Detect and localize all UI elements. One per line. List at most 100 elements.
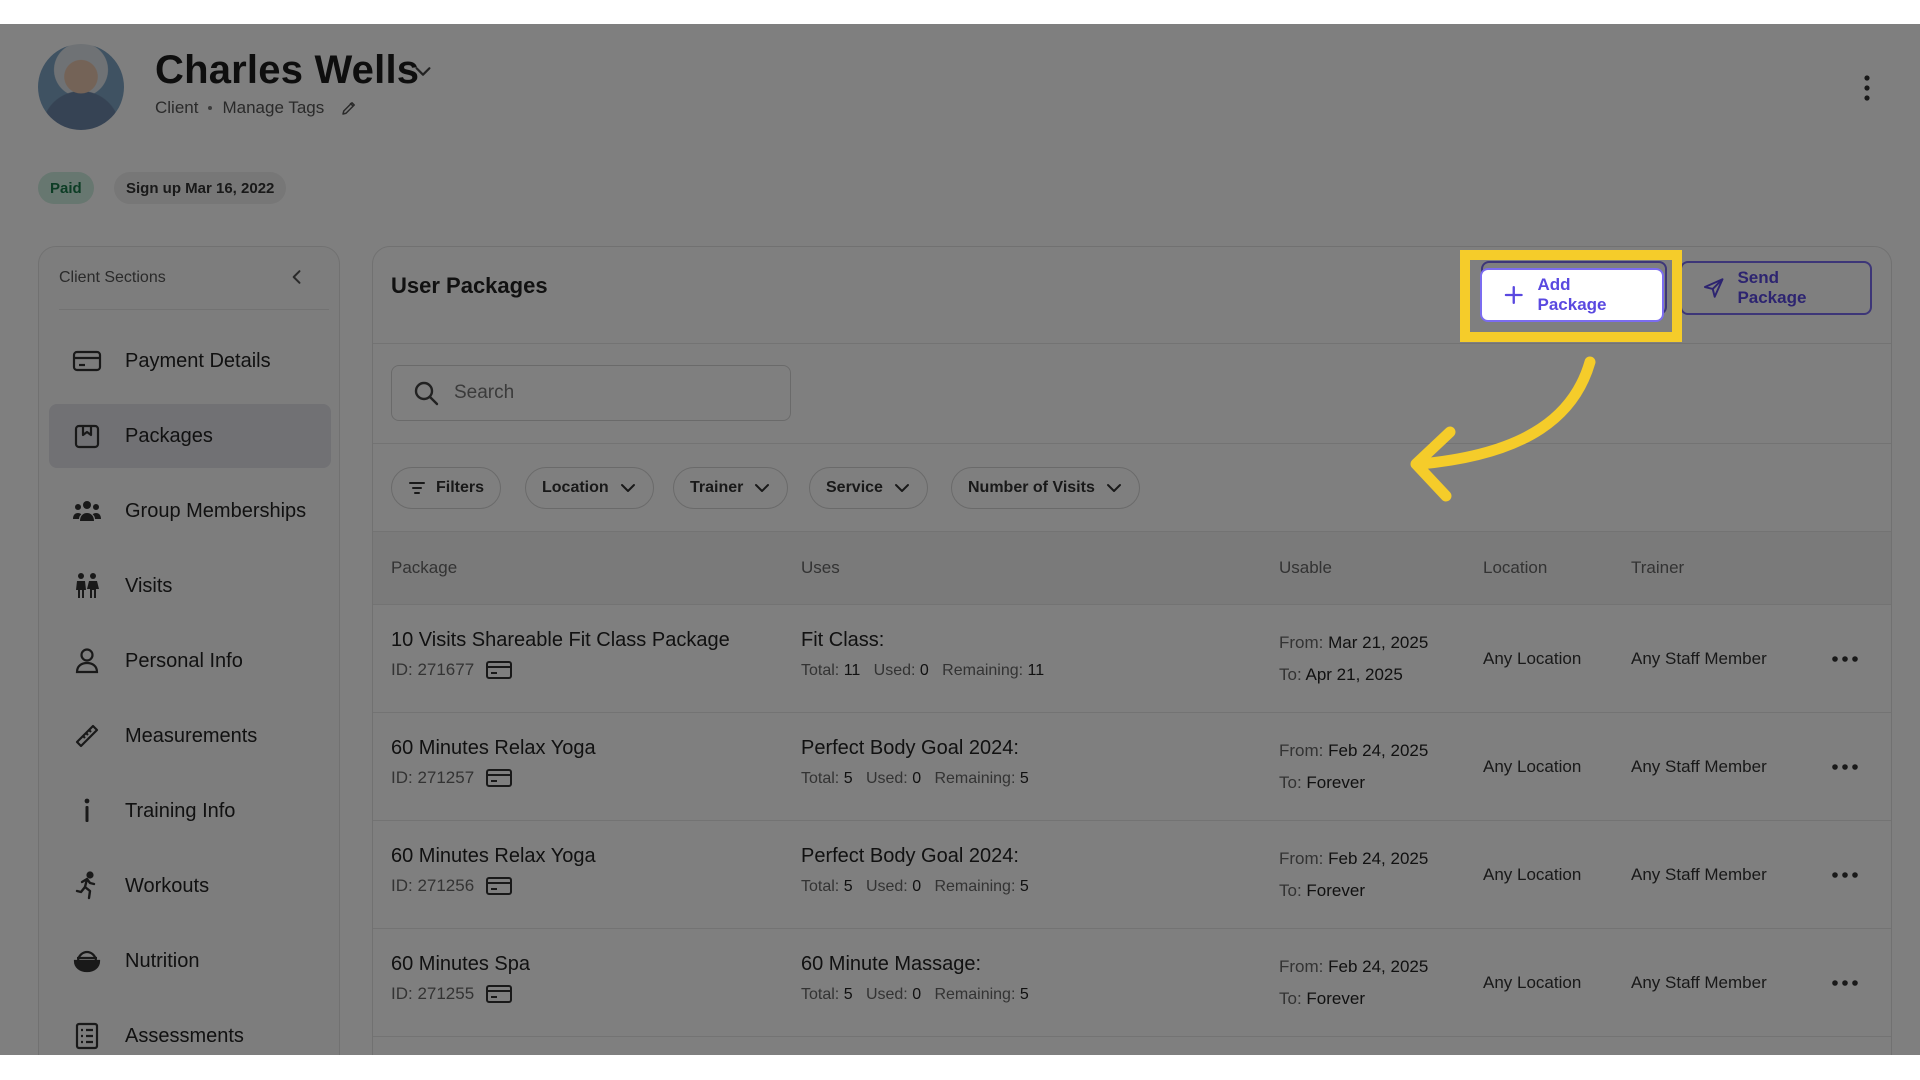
package-id-line: ID: 271256 bbox=[391, 876, 596, 896]
ruler-icon bbox=[75, 724, 99, 748]
from-label: From: bbox=[1279, 741, 1324, 760]
sidebar-item-packages[interactable]: Packages bbox=[49, 404, 331, 468]
manage-tags-link[interactable]: Manage Tags bbox=[222, 98, 324, 118]
sidebar-item-group-memberships[interactable]: Group Memberships bbox=[49, 479, 331, 543]
chip-label: Service bbox=[826, 479, 883, 496]
sidebar-item-measurements[interactable]: Measurements bbox=[49, 704, 331, 768]
package-id: ID: 271257 bbox=[391, 768, 475, 787]
to-value: Apr 21, 2025 bbox=[1305, 665, 1403, 684]
service-name: Perfect Body Goal 2024: bbox=[801, 737, 1019, 759]
chevron-down-icon bbox=[894, 484, 909, 492]
pencil-icon[interactable] bbox=[340, 99, 358, 117]
to-value: Forever bbox=[1306, 881, 1365, 900]
column-header-trainer[interactable]: Trainer bbox=[1631, 558, 1684, 578]
location-value: Any Location bbox=[1483, 865, 1582, 884]
more-horizontal-icon[interactable] bbox=[1831, 973, 1859, 993]
usable-to: To: Forever bbox=[1279, 983, 1428, 1015]
table-row[interactable]: 60 Minutes Relax Yoga ID: 271256 Perfect… bbox=[373, 821, 1891, 929]
clipboard-icon bbox=[75, 1022, 99, 1050]
info-icon bbox=[84, 798, 90, 822]
service-name: Perfect Body Goal 2024: bbox=[801, 845, 1019, 867]
chevron-down-icon bbox=[755, 484, 770, 492]
usable-from: From: Feb 24, 2025 bbox=[1279, 951, 1428, 983]
avatar[interactable] bbox=[38, 44, 124, 130]
sidebar-item-label: Nutrition bbox=[125, 949, 200, 972]
sidebar-item-label: Assessments bbox=[125, 1024, 244, 1047]
sidebar-item-nutrition[interactable]: Nutrition bbox=[49, 929, 331, 993]
more-vertical-icon[interactable] bbox=[1858, 72, 1876, 104]
chip-label: Trainer bbox=[690, 479, 744, 496]
column-header-uses[interactable]: Uses bbox=[801, 558, 840, 578]
package-id: ID: 271255 bbox=[391, 984, 475, 1003]
usable-cell: From: Feb 24, 2025 To: Forever bbox=[1279, 735, 1428, 799]
to-value: Forever bbox=[1306, 989, 1365, 1008]
chevron-left-icon[interactable] bbox=[287, 267, 307, 287]
total-value: 5 bbox=[843, 770, 853, 787]
package-name[interactable]: 10 Visits Shareable Fit Class Package bbox=[391, 629, 730, 652]
used-value: 0 bbox=[912, 878, 922, 895]
sidebar-item-label: Workouts bbox=[125, 874, 210, 897]
chevron-down-icon[interactable] bbox=[412, 60, 434, 82]
column-header-location[interactable]: Location bbox=[1483, 558, 1547, 578]
sidebar-item-workouts[interactable]: Workouts bbox=[49, 854, 331, 918]
trainer-value: Any Staff Member bbox=[1631, 973, 1767, 992]
to-label: To: bbox=[1279, 989, 1302, 1008]
more-horizontal-icon[interactable] bbox=[1831, 757, 1859, 777]
sidebar-item-label: Measurements bbox=[125, 724, 258, 747]
uses-cell: Fit Class: Total: 11 Used: 0 Remaining: … bbox=[801, 629, 1044, 680]
uses-counts: Total: 11 Used: 0 Remaining: 11 bbox=[801, 662, 1044, 680]
sidebar-item-personal-info[interactable]: Personal Info bbox=[49, 629, 331, 693]
sidebar-item-visits[interactable]: Visits bbox=[49, 554, 331, 618]
sidebar-item-payment-details[interactable]: Payment Details bbox=[49, 329, 331, 393]
service-filter-chip[interactable]: Service bbox=[809, 467, 928, 509]
usable-cell: From: Feb 24, 2025 To: Forever bbox=[1279, 843, 1428, 907]
location-filter-chip[interactable]: Location bbox=[525, 467, 654, 509]
highlight-frame bbox=[1460, 250, 1682, 342]
sidebar-item-label: Payment Details bbox=[125, 349, 271, 372]
trainer-filter-chip[interactable]: Trainer bbox=[673, 467, 789, 509]
column-header-package[interactable]: Package bbox=[391, 558, 457, 578]
search-input[interactable] bbox=[454, 382, 774, 404]
remaining-label: Remaining: bbox=[934, 878, 1016, 895]
used-value: 0 bbox=[919, 662, 929, 679]
usable-to: To: Forever bbox=[1279, 875, 1428, 907]
uses-counts: Total: 5 Used: 0 Remaining: 5 bbox=[801, 770, 1029, 788]
location-value: Any Location bbox=[1483, 757, 1582, 776]
signup-date-badge: Sign up Mar 16, 2022 bbox=[114, 172, 287, 204]
sidebar-item-training-info[interactable]: Training Info bbox=[49, 779, 331, 843]
remaining-label: Remaining: bbox=[934, 986, 1016, 1003]
total-label: Total: bbox=[801, 986, 840, 1003]
filters-chip[interactable]: Filters bbox=[391, 467, 502, 509]
service-name: Fit Class: bbox=[801, 629, 885, 651]
package-cell: 60 Minutes Spa ID: 271255 bbox=[391, 953, 530, 1004]
package-name[interactable]: 60 Minutes Spa bbox=[391, 953, 530, 976]
table-row[interactable]: 60 Minutes Spa ID: 271255 60 Minute Mass… bbox=[373, 929, 1891, 1037]
package-name[interactable]: 60 Minutes Relax Yoga bbox=[391, 845, 596, 868]
more-horizontal-icon[interactable] bbox=[1831, 865, 1859, 885]
client-subline: Client Manage Tags bbox=[155, 98, 358, 118]
usable-from: From: Feb 24, 2025 bbox=[1279, 735, 1428, 767]
client-sections-sidebar: Client Sections Payment Details Packages… bbox=[38, 246, 340, 1055]
used-label: Used: bbox=[865, 770, 908, 787]
number-of-visits-filter-chip[interactable]: Number of Visits bbox=[951, 467, 1140, 509]
sidebar-item-assessments[interactable]: Assessments bbox=[49, 1004, 331, 1055]
package-cell: 10 Visits Shareable Fit Class Package ID… bbox=[391, 629, 730, 680]
search-box[interactable] bbox=[391, 365, 791, 421]
sidebar-title: Client Sections bbox=[59, 269, 166, 286]
column-header-usable[interactable]: Usable bbox=[1279, 558, 1332, 578]
from-value: Feb 24, 2025 bbox=[1328, 957, 1429, 976]
group-icon bbox=[73, 501, 101, 521]
table-row[interactable]: 10 Visits Shareable Fit Class Package ID… bbox=[373, 605, 1891, 713]
chevron-down-icon bbox=[620, 484, 635, 492]
to-label: To: bbox=[1279, 665, 1302, 684]
used-value: 0 bbox=[912, 986, 922, 1003]
more-horizontal-icon[interactable] bbox=[1831, 649, 1859, 669]
send-package-button[interactable]: Send Package bbox=[1680, 261, 1872, 315]
search-icon bbox=[414, 381, 439, 406]
table-row[interactable]: 60 Minutes Relax Yoga ID: 271257 Perfect… bbox=[373, 713, 1891, 821]
remaining-value: 11 bbox=[1027, 662, 1045, 679]
package-name[interactable]: 60 Minutes Relax Yoga bbox=[391, 737, 596, 760]
from-label: From: bbox=[1279, 849, 1324, 868]
usable-cell: From: Feb 24, 2025 To: Forever bbox=[1279, 951, 1428, 1015]
usable-to: To: Forever bbox=[1279, 767, 1428, 799]
